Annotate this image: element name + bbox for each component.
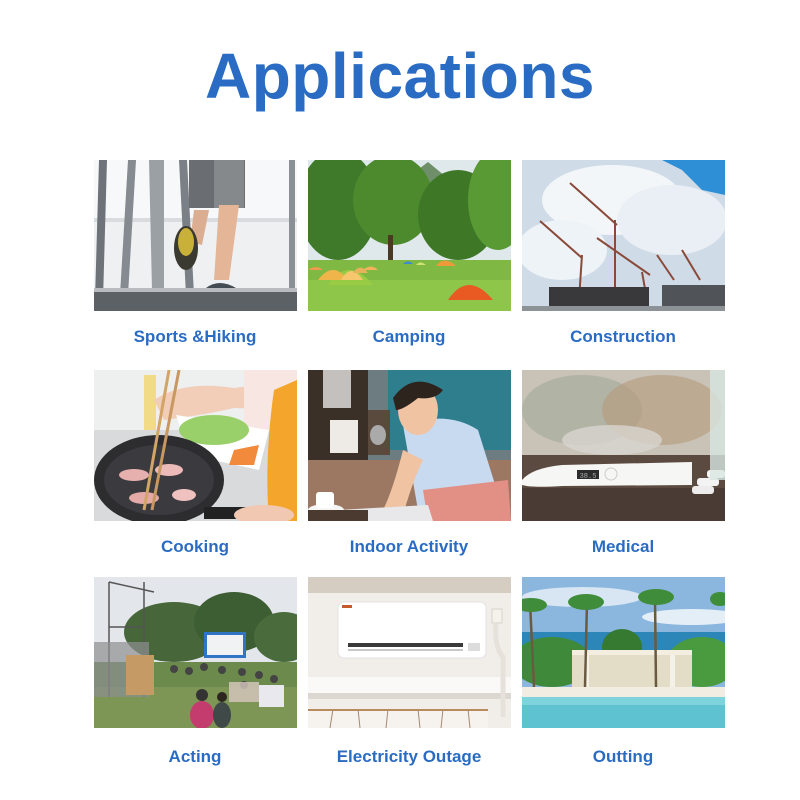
- treadmill-running-photo: [94, 160, 297, 311]
- application-label: Electricity Outage: [336, 747, 482, 766]
- application-label: Indoor Activity: [349, 537, 469, 556]
- application-label: Medical: [591, 537, 655, 556]
- application-label: Construction: [570, 327, 676, 346]
- resort-pool-photo: [522, 577, 725, 728]
- frying-pan-cooking-photo: [94, 370, 297, 521]
- application-label: Acting: [168, 747, 222, 766]
- thermometer-pills-photo: 38.5: [522, 370, 725, 521]
- thermometer-reading: 38.5: [580, 473, 597, 481]
- application-label: Camping: [372, 327, 446, 346]
- application-label: Outting: [592, 747, 654, 766]
- man-on-laptop-photo: [308, 370, 511, 521]
- page-title: Applications: [204, 40, 596, 112]
- outdoor-cinema-photo: [94, 577, 297, 728]
- application-label: Sports &Hiking: [133, 327, 257, 346]
- application-label: Cooking: [161, 537, 229, 556]
- air-conditioner-photo: [308, 577, 511, 728]
- campsite-tents-photo: [308, 160, 511, 311]
- construction-cranes-photo: [522, 160, 725, 311]
